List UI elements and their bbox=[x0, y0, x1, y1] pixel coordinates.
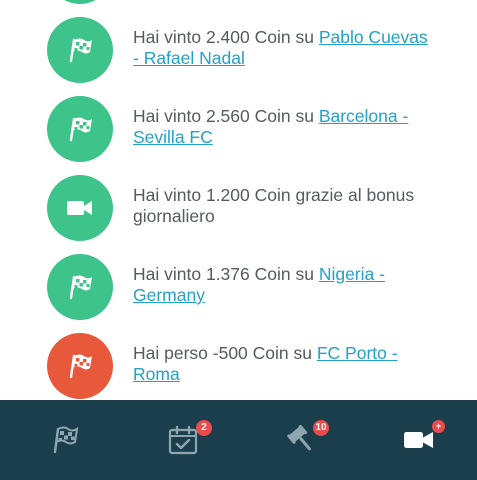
activity-text: Hai vinto 1.200 Coin grazie al bonus gio… bbox=[133, 185, 433, 227]
activity-text: Hai vinto 2.560 Coin su Barcelona - Sevi… bbox=[133, 106, 433, 148]
checkered-flag-icon bbox=[47, 96, 113, 162]
nav-auction-button[interactable]: 10 bbox=[242, 400, 361, 480]
list-item: Hai perso -500 Coin su FC Porto - Roma bbox=[0, 333, 477, 400]
activity-message: Hai vinto 1.376 Coin su bbox=[133, 264, 319, 284]
nav-videos-button[interactable]: + bbox=[359, 400, 477, 480]
previous-item-icon-circle bbox=[47, 0, 113, 4]
activity-text: Hai vinto 2.400 Coin su Pablo Cuevas - R… bbox=[133, 27, 433, 69]
checkered-flag-icon bbox=[47, 254, 113, 320]
activity-message: Hai vinto 1.200 Coin grazie al bonus gio… bbox=[133, 185, 415, 226]
activity-feed: Hai vinto 2.400 Coin su Pablo Cuevas - R… bbox=[0, 0, 477, 400]
activity-message: Hai vinto 2.560 Coin su bbox=[133, 106, 319, 126]
calendar-badge: 2 bbox=[196, 420, 212, 436]
checkered-flag-icon bbox=[53, 426, 78, 454]
activity-text: Hai perso -500 Coin su FC Porto - Roma bbox=[133, 343, 433, 385]
list-item: Hai vinto 1.376 Coin su Nigeria - German… bbox=[0, 254, 477, 332]
activity-message: Hai vinto 2.400 Coin su bbox=[133, 27, 319, 47]
videos-badge: + bbox=[432, 420, 445, 433]
video-camera-icon bbox=[47, 175, 113, 241]
nav-matches-button[interactable] bbox=[4, 400, 123, 480]
activity-message: Hai perso -500 Coin su bbox=[133, 343, 317, 363]
list-item: Hai vinto 1.200 Coin grazie al bonus gio… bbox=[0, 175, 477, 253]
bottom-navigation: 2 10 + bbox=[0, 400, 477, 480]
auction-badge: 10 bbox=[313, 420, 329, 436]
video-camera-icon bbox=[403, 432, 433, 448]
nav-calendar-button[interactable]: 2 bbox=[123, 400, 242, 480]
calendar-check-icon bbox=[168, 425, 197, 455]
list-item: Hai vinto 2.400 Coin su Pablo Cuevas - R… bbox=[0, 17, 477, 95]
list-item: Hai vinto 2.560 Coin su Barcelona - Sevi… bbox=[0, 96, 477, 174]
checkered-flag-icon bbox=[47, 333, 113, 399]
checkered-flag-icon bbox=[47, 17, 113, 83]
activity-text: Hai vinto 1.376 Coin su Nigeria - German… bbox=[133, 264, 433, 306]
